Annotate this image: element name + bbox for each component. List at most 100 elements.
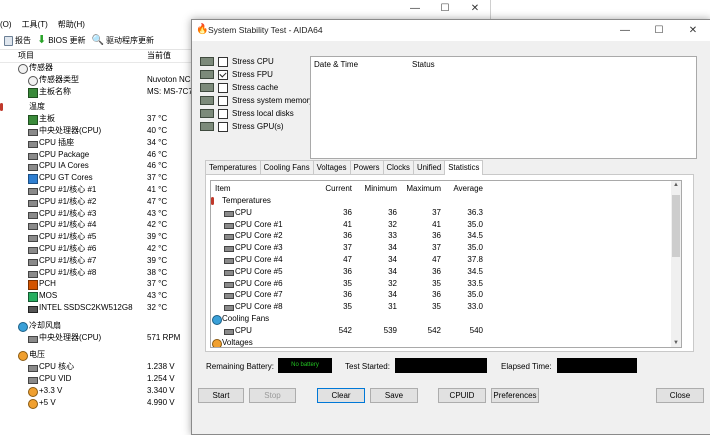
tab-cooling-fans[interactable]: Cooling Fans [259, 160, 314, 174]
tree-item-label: 主板 [39, 114, 55, 124]
scroll-up-icon[interactable]: ▲ [671, 182, 681, 188]
tree-item-label: 电压 [29, 350, 45, 360]
table-row[interactable]: CPU Core #2 36 33 36 34.5 [211, 230, 671, 242]
stat-label: CPU Core #2 [235, 231, 283, 241]
stress-option[interactable]: Stress GPU(s) [200, 120, 284, 133]
driver-update-button[interactable]: 🔍 驱动程序更新 [92, 35, 154, 46]
statistics-table: Item Current Minimum Maximum Average Tem… [210, 180, 682, 348]
save-button[interactable]: Save [370, 388, 418, 403]
menu-item-tools[interactable]: 工具(T) [22, 18, 48, 32]
statistics-group[interactable]: Cooling Fans [211, 313, 671, 325]
tree-item-value: 37 °C [147, 279, 168, 289]
vertical-scrollbar[interactable]: ▲ ▼ [671, 181, 681, 347]
close-icon[interactable]: ✕ [676, 20, 710, 41]
disk-icon [28, 306, 38, 313]
table-row[interactable]: CPU Core #8 35 31 35 33.0 [211, 301, 671, 313]
menu-item-options[interactable]: (O) [0, 18, 12, 32]
column-maximum[interactable]: Maximum [401, 183, 441, 195]
stat-average: 34.5 [467, 231, 483, 241]
column-average[interactable]: Average [443, 183, 483, 195]
table-row[interactable]: CPU Core #3 37 34 37 35.0 [211, 242, 671, 254]
column-minimum[interactable]: Minimum [357, 183, 397, 195]
stress-checkbox[interactable] [218, 121, 228, 132]
preferences-button[interactable]: Preferences [491, 388, 539, 403]
tab-voltages[interactable]: Voltages [312, 160, 351, 174]
column-value[interactable]: 当前值 [147, 50, 171, 62]
stress-option[interactable]: Stress CPU [200, 55, 274, 68]
stress-option[interactable]: Stress system memory [200, 94, 313, 107]
tab-clocks[interactable]: Clocks [382, 160, 414, 174]
report-button[interactable]: 报告 [4, 35, 31, 46]
stat-maximum: 36 [432, 290, 441, 300]
scroll-down-icon[interactable]: ▼ [671, 340, 681, 346]
stress-checkbox[interactable] [218, 56, 228, 67]
cpu-icon [28, 223, 38, 231]
tab-temperatures[interactable]: Temperatures [205, 160, 261, 174]
clear-button[interactable]: Clear [317, 388, 365, 403]
start-button[interactable]: Start [198, 388, 244, 403]
cpu-icon [28, 199, 38, 207]
minimize-icon[interactable]: — [400, 0, 430, 18]
tab-statistics[interactable]: Statistics [444, 160, 484, 175]
stress-option[interactable]: Stress FPU [200, 68, 273, 81]
table-row[interactable]: CPU Core #6 35 32 35 33.5 [211, 278, 671, 290]
statistics-group[interactable]: Voltages [211, 337, 671, 347]
menu-item-help[interactable]: 帮助(H) [58, 18, 85, 32]
tree-item-value: 3.340 V [147, 385, 175, 395]
main-window-controls: — ☐ ✕ [400, 0, 490, 18]
tree-item-label: CPU IA Cores [39, 161, 89, 171]
tab-unified[interactable]: Unified [412, 160, 446, 174]
table-row[interactable]: CPU 542 539 542 540 [211, 325, 671, 337]
table-row[interactable]: CPU Core #4 47 34 47 37.8 [211, 254, 671, 266]
stat-maximum: 35 [432, 278, 441, 288]
minimize-icon[interactable]: — [608, 20, 642, 41]
group-label: Temperatures [222, 196, 271, 205]
title-bar[interactable]: 🔥 System Stability Test - AIDA64 — ☐ ✕ [192, 20, 710, 41]
tree-item-value: 43 °C [147, 291, 168, 301]
bios-update-button[interactable]: ⬇ BIOS 更新 [37, 35, 86, 46]
stat-label: CPU Core #4 [235, 255, 283, 264]
stat-minimum: 31 [388, 302, 397, 312]
tree-item-value: 42 °C [147, 220, 168, 230]
column-item[interactable]: 项目 [18, 50, 34, 62]
table-row[interactable]: CPU Core #1 41 32 41 35.0 [211, 219, 671, 231]
stat-current: 542 [338, 325, 352, 335]
magnifier-icon: 🔍 [91, 35, 105, 46]
cpu-icon [28, 152, 38, 160]
report-icon [4, 35, 13, 46]
stress-checkbox[interactable] [218, 108, 228, 119]
tree-item-label: CPU 插座 [39, 137, 75, 147]
test-started-label: Test Started: [345, 362, 390, 371]
cpuid-button[interactable]: CPUID [438, 388, 486, 403]
stop-button[interactable]: Stop [249, 388, 296, 403]
tree-item-value: 38 °C [147, 267, 168, 277]
elapsed-time-display [557, 358, 637, 373]
stress-checkbox[interactable] [218, 69, 228, 80]
stress-option[interactable]: Stress cache [200, 81, 278, 94]
stat-maximum: 41 [432, 219, 441, 229]
statistics-group[interactable]: Temperatures [211, 195, 671, 207]
stress-option[interactable]: Stress local disks [200, 107, 294, 120]
tree-item-value: 39 °C [147, 232, 168, 242]
tree-item-value: 32 °C [147, 303, 168, 312]
stress-checkbox[interactable] [218, 95, 228, 106]
close-icon[interactable]: ✕ [460, 0, 490, 18]
test-started-display [395, 358, 487, 373]
stat-label: CPU Core #7 [235, 290, 283, 300]
table-row[interactable]: CPU Core #7 36 34 36 35.0 [211, 289, 671, 301]
stress-checkbox[interactable] [218, 82, 228, 93]
tree-item-label: CPU VID [39, 374, 72, 383]
table-row[interactable]: CPU 36 36 37 36.3 [211, 207, 671, 219]
close-button[interactable]: Close [656, 388, 704, 403]
tab-powers[interactable]: Powers [349, 160, 384, 174]
stat-current: 36 [343, 290, 352, 300]
maximize-icon[interactable]: ☐ [430, 0, 460, 18]
table-row[interactable]: CPU Core #5 36 34 36 34.5 [211, 266, 671, 278]
stat-current: 37 [343, 243, 352, 253]
tree-item-value: 1.238 V [147, 362, 175, 372]
maximize-icon[interactable]: ☐ [642, 20, 676, 41]
scroll-thumb[interactable] [672, 195, 680, 257]
column-current[interactable]: Current [312, 183, 352, 195]
column-item[interactable]: Item [215, 183, 231, 195]
elapsed-time-label: Elapsed Time: [501, 362, 552, 371]
